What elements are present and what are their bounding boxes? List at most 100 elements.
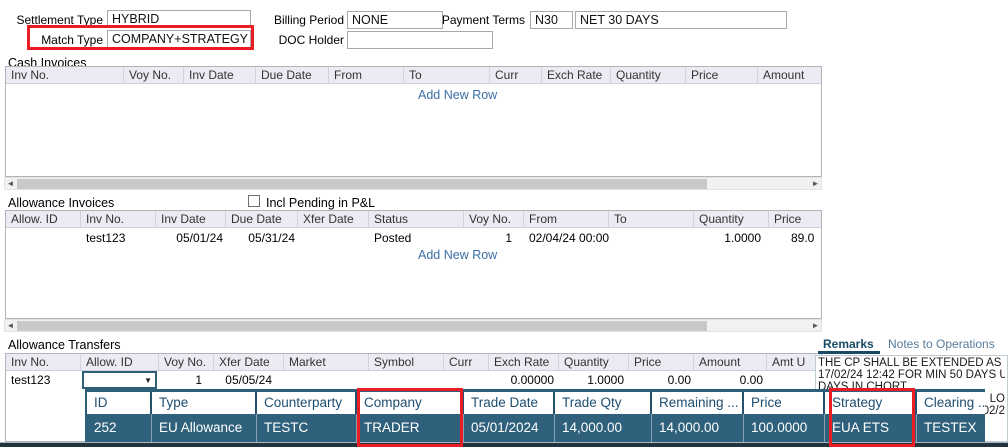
column-header[interactable]: Trade Date <box>464 392 555 414</box>
column-header[interactable]: Voy No. <box>159 354 214 370</box>
payment-terms-label: Payment Terms <box>425 13 525 27</box>
cell-remaining[interactable]: 14,000.00 <box>652 414 744 442</box>
column-header[interactable]: Price <box>629 354 694 370</box>
column-header[interactable]: Market <box>284 354 369 370</box>
allowance-invoices-add-new-row-link[interactable]: Add New Row <box>418 248 497 262</box>
column-header[interactable]: Due Date <box>226 211 298 227</box>
table-row[interactable]: test123 ▼ 1 05/05/24 0.00000 1.0000 0.00… <box>6 371 821 389</box>
scroll-left-icon[interactable]: ◄ <box>5 179 16 189</box>
cell-inv-no[interactable]: test123 <box>81 229 156 246</box>
column-header[interactable]: Voy No. <box>464 211 524 227</box>
column-header[interactable]: Counterparty <box>257 392 357 414</box>
cell-inv-date[interactable]: 05/01/24 <box>156 229 226 246</box>
cell-amount[interactable]: 0.00 <box>694 371 767 389</box>
scrollbar-thumb[interactable] <box>17 179 707 189</box>
column-header[interactable]: Clearing ... <box>917 392 985 414</box>
cell-id[interactable]: 252 <box>87 414 152 442</box>
tab-remarks[interactable]: Remarks <box>823 337 874 351</box>
column-header[interactable]: Trade Qty <box>555 392 652 414</box>
column-header[interactable]: Quantity <box>694 211 769 227</box>
column-header[interactable]: Inv No. <box>6 354 81 370</box>
cell-price[interactable]: 100.0000 <box>744 414 825 442</box>
scroll-right-icon[interactable]: ► <box>810 179 821 189</box>
column-header[interactable]: Allow. ID <box>81 354 159 370</box>
cell-price[interactable]: 89.0 <box>769 229 822 246</box>
cell-exch-rate[interactable]: 0.00000 <box>489 371 559 389</box>
column-header[interactable]: Quantity <box>611 67 686 83</box>
column-header[interactable]: From <box>524 211 609 227</box>
cell-xfer-date[interactable] <box>298 229 369 246</box>
column-header[interactable]: Symbol <box>369 354 444 370</box>
cell-allow-id[interactable] <box>6 229 81 246</box>
allowance-transfers-title: Allowance Transfers <box>8 338 121 352</box>
column-header[interactable]: Due Date <box>256 67 329 83</box>
annotation-box-company-column <box>357 388 463 447</box>
doc-holder-input[interactable] <box>347 31 493 49</box>
column-header[interactable]: Allow. ID <box>6 211 81 227</box>
incl-pending-checkbox[interactable] <box>248 195 260 207</box>
cell-clearing[interactable]: TESTEX <box>917 414 985 442</box>
remarks-line: THE CP SHALL BE EXTENDED AS <box>818 357 1005 369</box>
cell-inv-no[interactable]: test123 <box>6 371 81 389</box>
tab-remarks-underline <box>818 351 880 354</box>
column-header[interactable]: To <box>609 211 694 227</box>
column-header[interactable]: Remaining ... <box>652 392 744 414</box>
column-header[interactable]: Curr <box>444 354 489 370</box>
allowance-invoices-hscrollbar[interactable]: ◄ ► <box>4 319 822 332</box>
allow-id-combobox[interactable]: ▼ <box>82 371 157 389</box>
column-header[interactable]: Price <box>769 211 822 227</box>
column-header[interactable]: Type <box>152 392 257 414</box>
cell-curr[interactable] <box>444 371 489 389</box>
column-header[interactable]: To <box>404 67 490 83</box>
column-header[interactable]: Xfer Date <box>298 211 369 227</box>
cash-invoices-hscrollbar[interactable]: ◄ ► <box>4 177 822 190</box>
cell-status[interactable]: Posted <box>369 229 464 246</box>
cell-allow-id[interactable]: ▼ <box>81 371 159 389</box>
cell-voy-no[interactable]: 1 <box>159 371 214 389</box>
cell-type[interactable]: EU Allowance <box>152 414 257 442</box>
column-header[interactable]: Amt U <box>767 354 818 370</box>
cell-price[interactable]: 0.00 <box>629 371 694 389</box>
cell-trade-date[interactable]: 05/01/2024 <box>464 414 555 442</box>
payment-terms-code-input[interactable]: N30 <box>530 11 573 29</box>
cell-from[interactable]: 02/04/24 00:00 <box>524 229 609 246</box>
cell-xfer-date[interactable]: 05/05/24 <box>214 371 284 389</box>
tab-notes-to-operations[interactable]: Notes to Operations <box>888 337 995 351</box>
scrollbar-thumb[interactable] <box>17 321 707 331</box>
scroll-right-icon[interactable]: ► <box>810 321 821 331</box>
column-header[interactable]: Price <box>686 67 758 83</box>
cell-to[interactable] <box>609 229 694 246</box>
cell-quantity[interactable]: 1.0000 <box>559 371 629 389</box>
column-header[interactable]: Xfer Date <box>214 354 284 370</box>
cell-voy-no[interactable]: 1 <box>464 229 524 246</box>
allowance-invoices-title: Allowance Invoices <box>8 196 114 210</box>
scroll-left-icon[interactable]: ◄ <box>5 321 16 331</box>
cash-invoices-add-new-row-link[interactable]: Add New Row <box>418 88 497 102</box>
cash-invoices-header: Inv No. Voy No. Inv Date Due Date From T… <box>6 67 821 84</box>
column-header[interactable]: Status <box>369 211 464 227</box>
cell-quantity[interactable]: 1.0000 <box>694 229 769 246</box>
chevron-down-icon[interactable]: ▼ <box>144 376 152 385</box>
column-header[interactable]: ID <box>87 392 152 414</box>
cell-symbol[interactable] <box>369 371 444 389</box>
column-header[interactable]: Inv No. <box>6 67 124 83</box>
cell-market[interactable] <box>284 371 369 389</box>
column-header[interactable]: Voy No. <box>124 67 184 83</box>
column-header[interactable]: Curr <box>490 67 542 83</box>
cell-amt-u[interactable] <box>767 371 818 389</box>
table-row[interactable]: test123 05/01/24 05/31/24 Posted 1 02/04… <box>6 229 821 246</box>
column-header[interactable]: Amount <box>758 67 822 83</box>
cell-trade-qty[interactable]: 14,000.00 <box>555 414 652 442</box>
column-header[interactable]: Price <box>744 392 825 414</box>
column-header[interactable]: Inv No. <box>81 211 156 227</box>
cell-counterparty[interactable]: TESTC <box>257 414 357 442</box>
cell-due-date[interactable]: 05/31/24 <box>226 229 298 246</box>
column-header[interactable]: Exch Rate <box>489 354 559 370</box>
column-header[interactable]: Exch Rate <box>542 67 611 83</box>
column-header[interactable]: From <box>329 67 404 83</box>
payment-terms-description-input[interactable]: NET 30 DAYS <box>575 11 787 29</box>
column-header[interactable]: Inv Date <box>156 211 226 227</box>
column-header[interactable]: Quantity <box>559 354 629 370</box>
column-header[interactable]: Inv Date <box>184 67 256 83</box>
column-header[interactable]: Amount <box>694 354 767 370</box>
